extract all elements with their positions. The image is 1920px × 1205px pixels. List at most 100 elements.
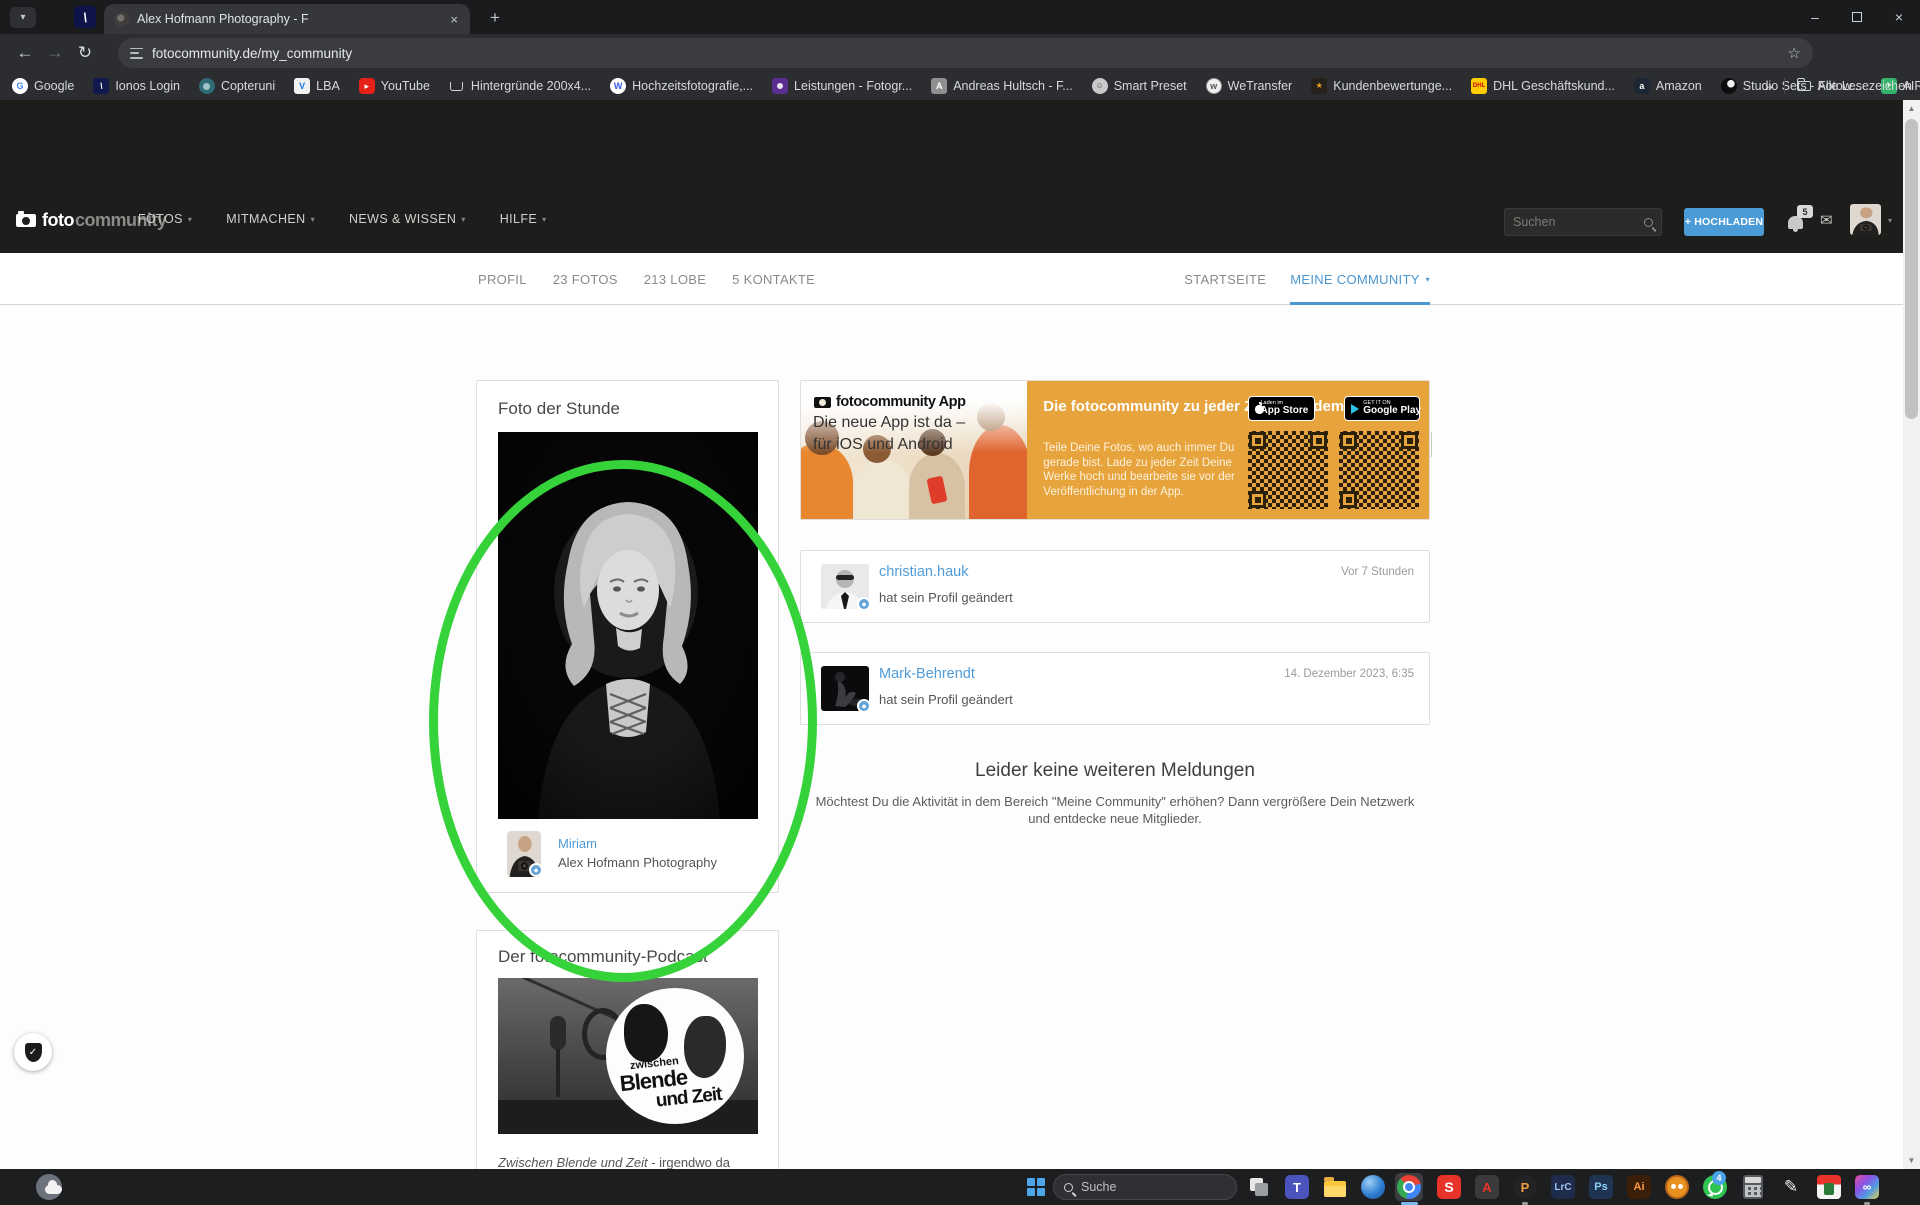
banner-left-line2: für iOS und Android xyxy=(813,436,953,454)
task-view-icon xyxy=(1250,1178,1268,1196)
nav-item-news-wissen[interactable]: NEWS & WISSEN▾ xyxy=(349,212,466,226)
teams-button[interactable]: T xyxy=(1283,1173,1311,1201)
bookmark-copteruni[interactable]: Copteruni xyxy=(199,78,275,94)
task-view-button[interactable] xyxy=(1245,1173,1273,1201)
whatsapp-badge: 4 xyxy=(1712,1171,1726,1185)
empty-state-title: Leider keine weiteren Meldungen xyxy=(800,760,1430,782)
podcast-image[interactable]: zwischen Blende und Zeit xyxy=(498,978,758,1134)
app-promo-banner[interactable]: fotocommunity App Die neue App ist da – … xyxy=(800,380,1430,520)
maximize-icon xyxy=(1852,12,1862,22)
scroll-down-arrow[interactable]: ▼ xyxy=(1903,1152,1920,1169)
blue-sphere-app-button[interactable] xyxy=(1359,1173,1387,1201)
tab-profil[interactable]: PROFIL xyxy=(478,272,527,287)
photoshop-button[interactable]: Ps xyxy=(1587,1173,1615,1201)
irfanview-button[interactable] xyxy=(1815,1173,1843,1201)
privacy-shield-button[interactable]: ✓ xyxy=(14,1033,52,1071)
lightroom-icon: LrC xyxy=(1551,1175,1575,1199)
user-avatar[interactable] xyxy=(1850,204,1881,235)
appstore-qr-code xyxy=(1248,431,1328,509)
sparkasse-button[interactable]: S xyxy=(1435,1173,1463,1201)
bookmark-andreas-hultsch[interactable]: Andreas Hultsch - F... xyxy=(931,78,1073,94)
google-play-badge[interactable]: GET IT ONGoogle Play xyxy=(1344,396,1420,421)
taskbar-search[interactable] xyxy=(1053,1174,1237,1200)
feed-user-link[interactable]: christian.hauk xyxy=(879,564,968,580)
search-input[interactable] xyxy=(1513,215,1644,229)
weather-widget-icon[interactable] xyxy=(36,1172,66,1202)
creative-cloud-button[interactable]: ∞ xyxy=(1853,1173,1881,1201)
copteruni-favicon xyxy=(199,78,215,94)
app-logo: fotocommunity App xyxy=(814,394,966,410)
calculator-button[interactable] xyxy=(1739,1173,1767,1201)
banner-photo-panel: fotocommunity App Die neue App ist da – … xyxy=(801,381,1027,520)
bookmarks-overflow-icon[interactable]: » xyxy=(1765,78,1773,94)
new-tab-button[interactable]: + xyxy=(482,6,508,30)
tab-fotos[interactable]: 23 FOTOS xyxy=(553,272,618,287)
bookmark-hochzeitsfotografie[interactable]: Hochzeitsfotografie,... xyxy=(610,78,753,94)
tab-kontakte[interactable]: 5 KONTAKTE xyxy=(732,272,815,287)
bookmark-hintergruende[interactable]: Hintergründe 200x4... xyxy=(449,78,591,94)
bookmark-amazon[interactable]: Amazon xyxy=(1634,78,1702,94)
photo-app-icon: P xyxy=(1513,1175,1537,1199)
chrome-button-active[interactable] xyxy=(1395,1173,1423,1201)
bookmark-ionos[interactable]: Ionos Login xyxy=(93,78,180,94)
account-chevron-icon[interactable]: ▾ xyxy=(1888,216,1892,225)
bookmark-kundenbewertungen[interactable]: Kundenbewertunge... xyxy=(1311,78,1452,94)
minimize-button[interactable]: – xyxy=(1794,0,1836,34)
pinned-app-icon[interactable]: \ xyxy=(74,6,96,28)
photo-app-button[interactable]: P xyxy=(1511,1173,1539,1201)
tab-startseite[interactable]: STARTSEITE xyxy=(1184,272,1266,287)
bookmark-star-icon[interactable]: ☆ xyxy=(1788,44,1801,62)
address-bar[interactable]: fotocommunity.de/my_community ☆ xyxy=(118,38,1813,68)
maximize-button[interactable] xyxy=(1836,0,1878,34)
scroll-up-arrow[interactable]: ▲ xyxy=(1903,100,1920,117)
dhl-favicon xyxy=(1471,78,1487,94)
chevron-down-icon: ▾ xyxy=(311,215,315,224)
xnview-button[interactable] xyxy=(1663,1173,1691,1201)
bookmark-leistungen[interactable]: Leistungen - Fotogr... xyxy=(772,78,912,94)
bookmark-dhl[interactable]: DHL Geschäftskund... xyxy=(1471,78,1615,94)
site-search[interactable] xyxy=(1504,208,1662,236)
close-window-button[interactable]: × xyxy=(1878,0,1920,34)
site-settings-icon[interactable] xyxy=(130,48,143,59)
file-explorer-button[interactable] xyxy=(1321,1173,1349,1201)
tab-lobe[interactable]: 213 LOBE xyxy=(644,272,706,287)
lightroom-button[interactable]: LrC xyxy=(1549,1173,1577,1201)
bookmark-google[interactable]: Google xyxy=(12,78,74,94)
taskbar-search-input[interactable] xyxy=(1081,1180,1211,1194)
acrobat-button[interactable]: A xyxy=(1473,1173,1501,1201)
feed-user-link[interactable]: Mark-Behrendt xyxy=(879,666,975,682)
bookmark-youtube[interactable]: YouTube xyxy=(359,78,430,94)
reload-button[interactable]: ↻ xyxy=(70,38,100,68)
app-store-badge[interactable]: Laden imApp Store xyxy=(1248,396,1315,421)
google-favicon xyxy=(12,78,28,94)
back-button[interactable]: ← xyxy=(10,38,40,68)
messages-mail-icon[interactable]: ✉ xyxy=(1820,211,1833,229)
nav-item-fotos[interactable]: FOTOS▾ xyxy=(138,212,192,226)
tab-close-icon[interactable]: × xyxy=(448,12,460,27)
foto-der-stunde-title: Foto der Stunde xyxy=(498,399,620,419)
bookmark-lba[interactable]: LBA xyxy=(294,78,340,94)
active-tab[interactable]: Alex Hofmann Photography - F × xyxy=(104,4,470,34)
start-button[interactable] xyxy=(1022,1173,1050,1201)
page-scrollbar[interactable]: ▲ ▼ xyxy=(1903,100,1920,1169)
tab-search-button[interactable]: ▾ xyxy=(10,7,36,28)
upload-button[interactable]: + HOCHLADEN xyxy=(1684,208,1764,236)
search-icon xyxy=(1644,218,1653,227)
nav-item-hilfe[interactable]: HILFE▾ xyxy=(500,212,547,226)
camera-icon xyxy=(16,214,36,227)
bookmark-smart-preset[interactable]: Smart Preset xyxy=(1092,78,1187,94)
pen-tool-button[interactable]: ✎ xyxy=(1777,1173,1805,1201)
all-bookmarks-button[interactable]: Alle Lesezeichen xyxy=(1797,79,1912,93)
tab-meine-community-active[interactable]: MEINE COMMUNITY▾ xyxy=(1290,253,1430,305)
scrollbar-thumb[interactable] xyxy=(1905,119,1918,419)
foto-author-link[interactable]: Miriam xyxy=(558,836,597,851)
foto-der-stunde-image[interactable] xyxy=(498,432,758,819)
bookmark-wetransfer[interactable]: WeTransfer xyxy=(1206,78,1293,94)
forward-button[interactable]: → xyxy=(40,38,70,68)
nav-item-mitmachen[interactable]: MITMACHEN▾ xyxy=(226,212,315,226)
window-controls: – × xyxy=(1794,0,1920,34)
illustrator-button[interactable]: Ai xyxy=(1625,1173,1653,1201)
folder-icon xyxy=(1797,81,1811,91)
gplay-qr-code xyxy=(1339,431,1419,509)
podcast-title: Der fotocommunity-Podcast xyxy=(498,947,708,967)
